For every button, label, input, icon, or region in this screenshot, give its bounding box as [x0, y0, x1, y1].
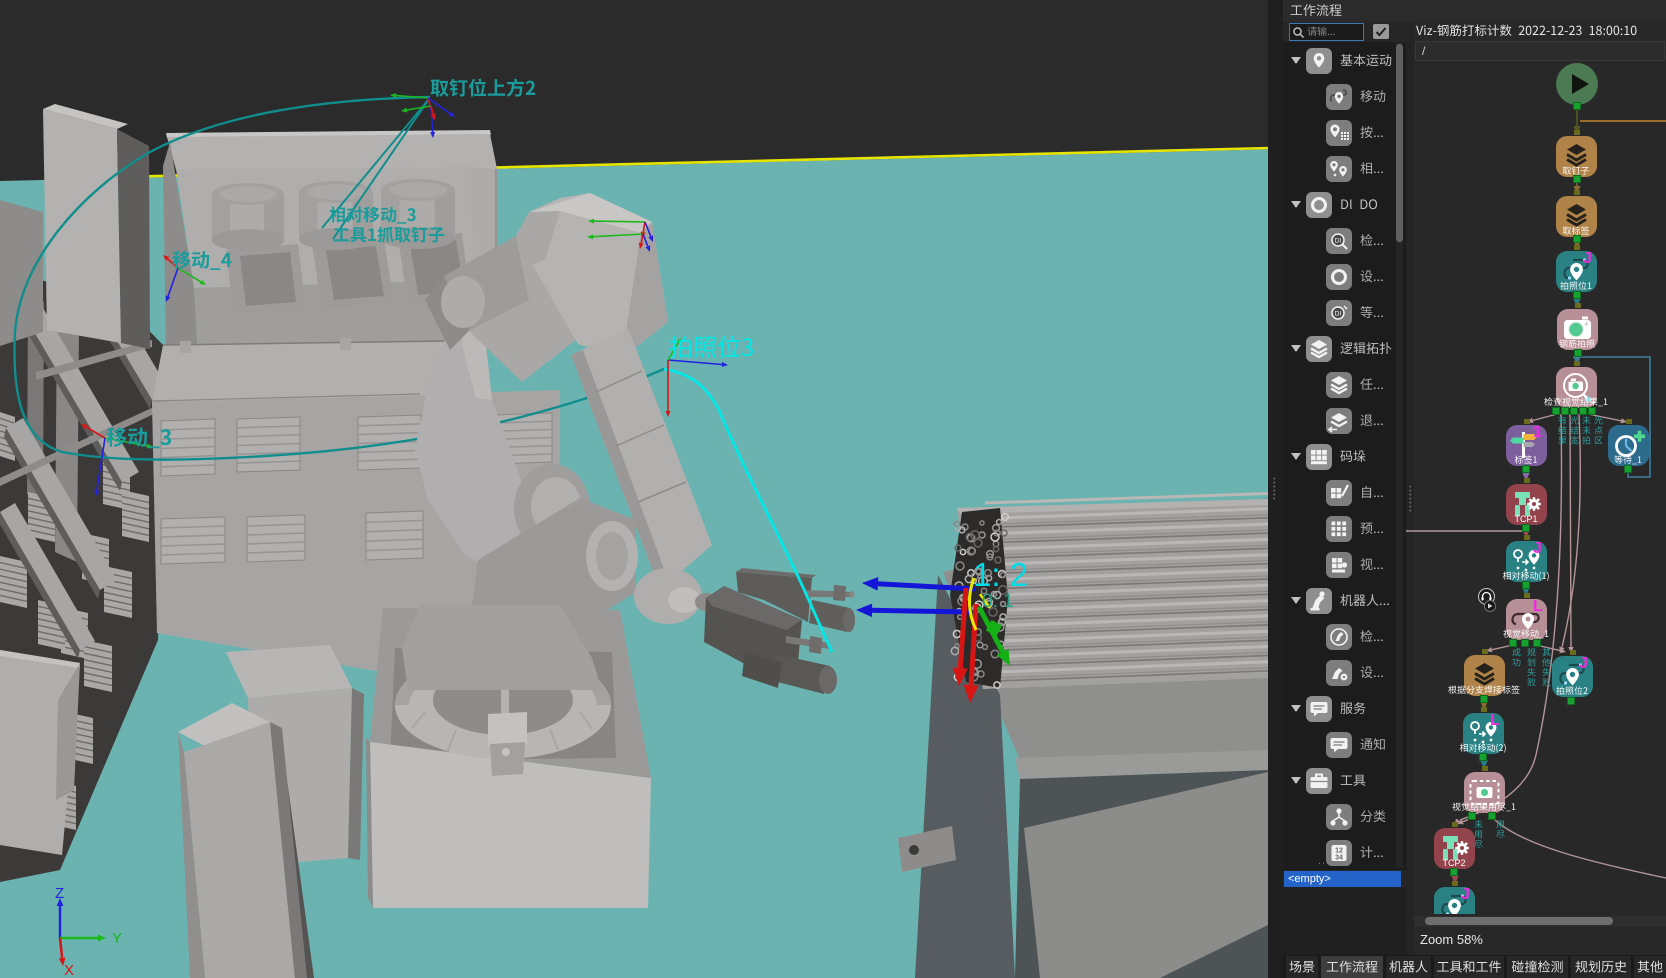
svg-text:X: X: [64, 962, 74, 978]
svg-text:12: 12: [1335, 848, 1343, 855]
svg-text:Y: Y: [112, 930, 122, 947]
svg-text:Z: Z: [55, 885, 64, 902]
svg-text:DI: DI: [1335, 311, 1342, 318]
svg-text:DI: DI: [1335, 238, 1342, 245]
svg-text:0: 1: 0: 1: [982, 591, 1014, 612]
svg-text:1: 2: 1: 2: [973, 556, 1028, 593]
